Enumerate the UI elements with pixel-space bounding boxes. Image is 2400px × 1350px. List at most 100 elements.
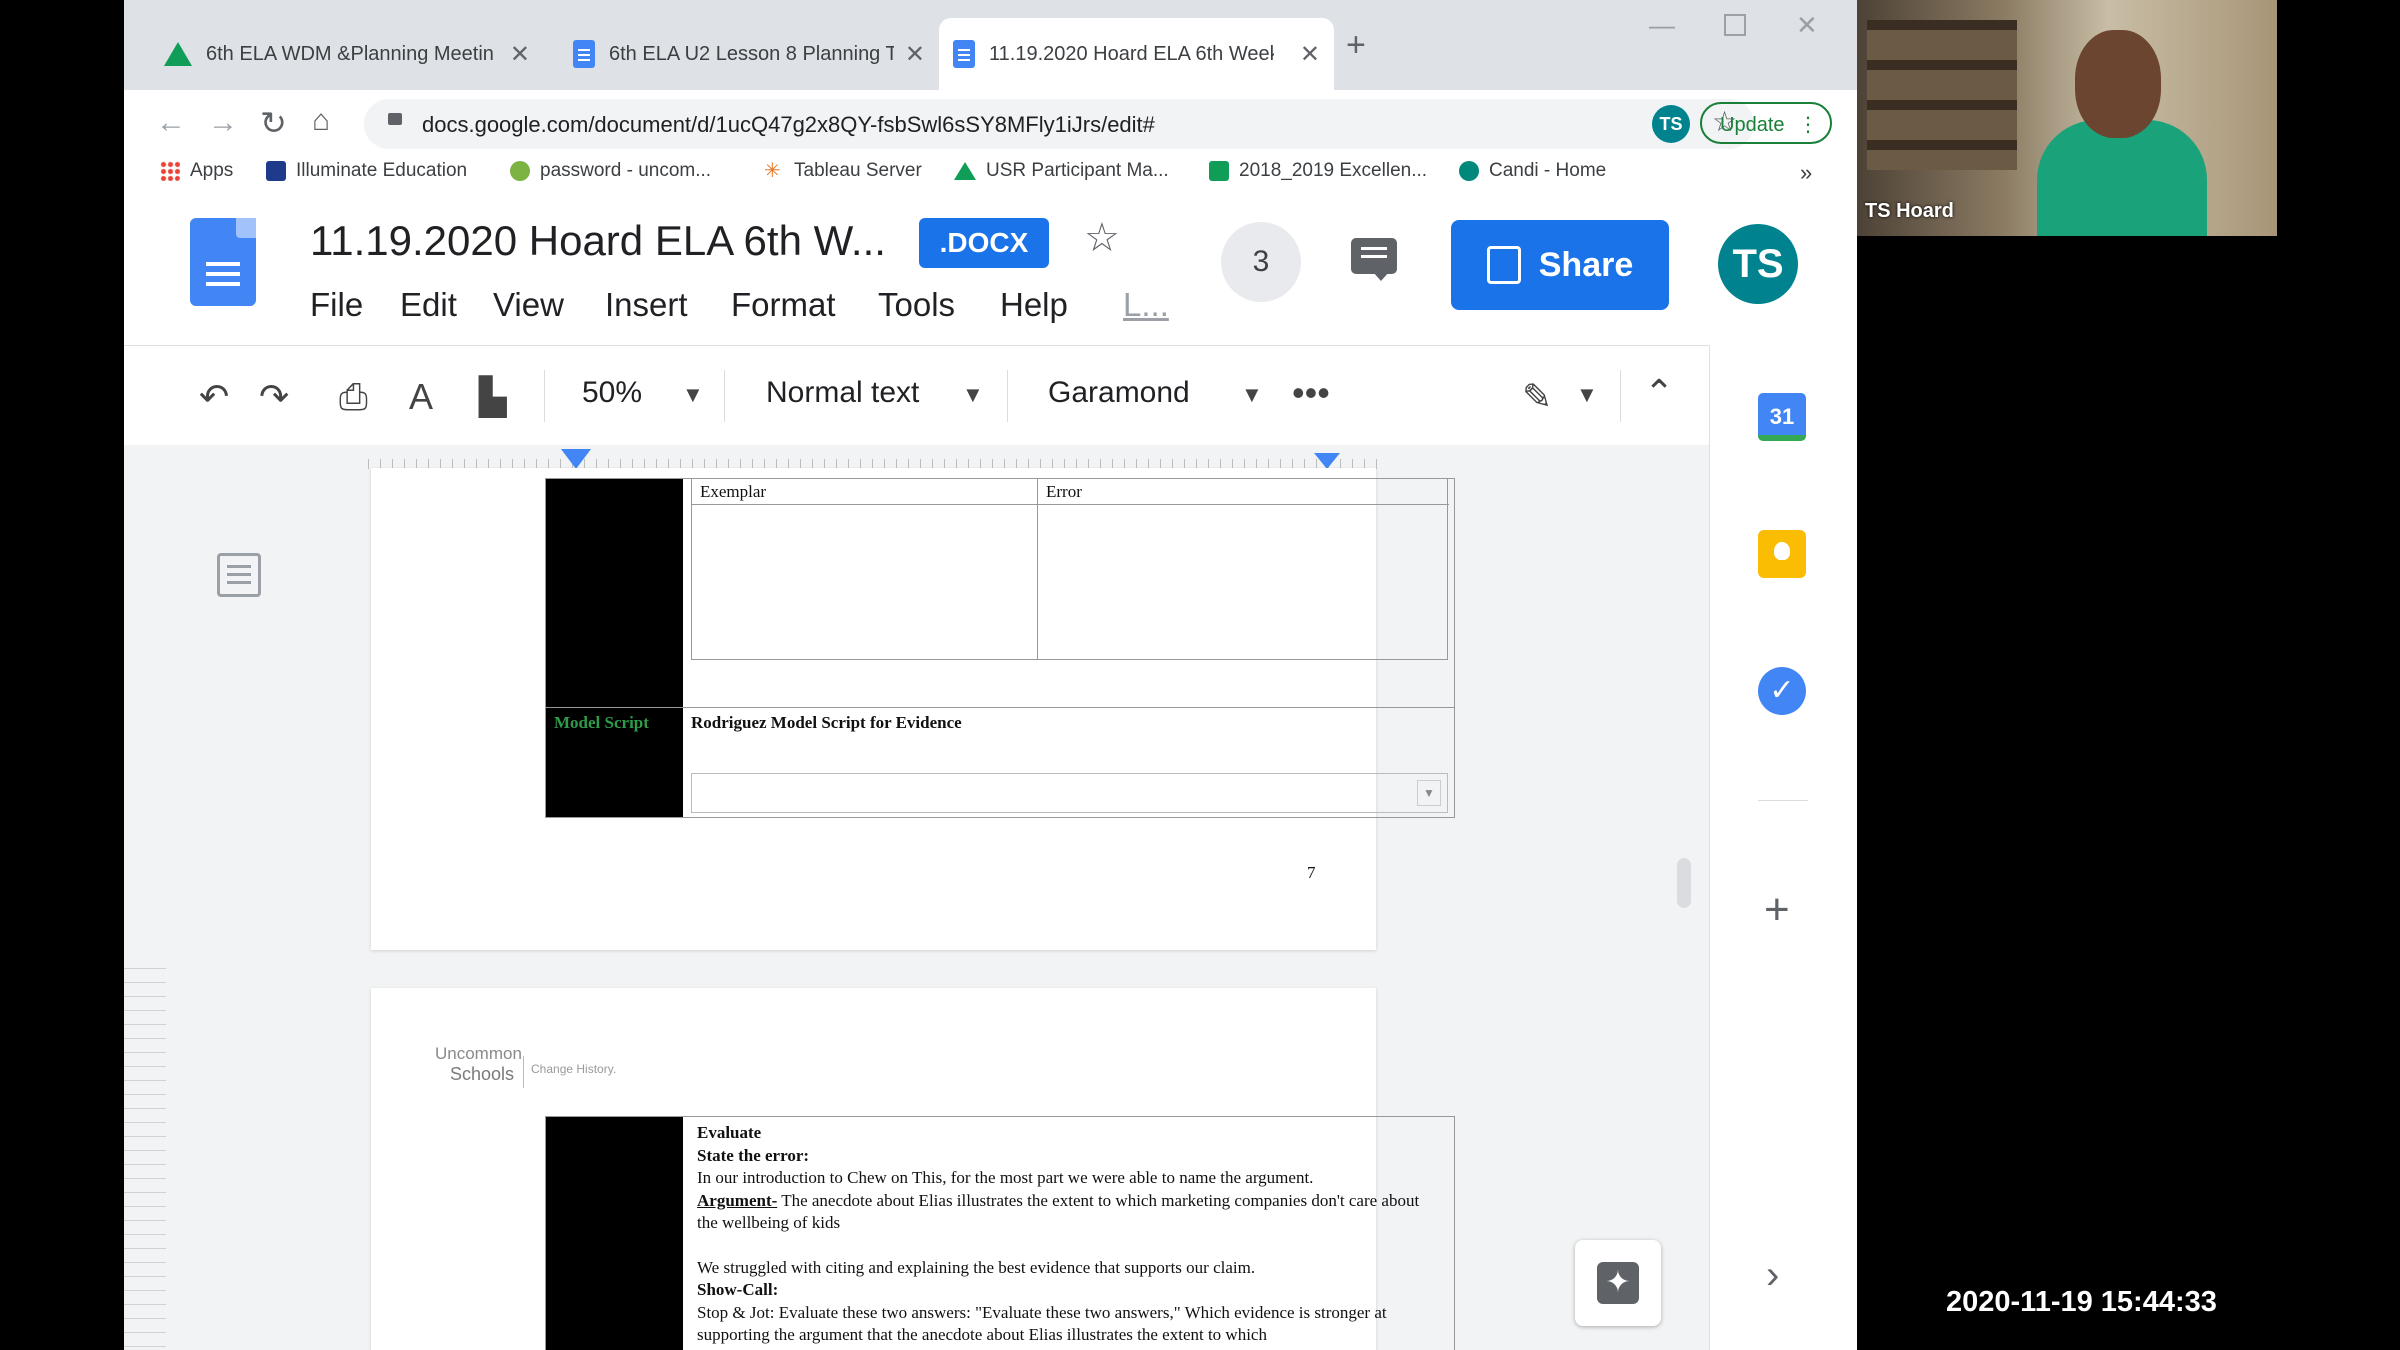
bookmark-apps[interactable]: Apps xyxy=(160,160,233,182)
document-canvas: Exemplar Error Model Script Rodriguez Mo… xyxy=(124,468,1709,1350)
drive-icon xyxy=(954,162,976,180)
model-script-title: Rodriguez Model Script for Evidence xyxy=(691,713,962,732)
menu-format[interactable]: Format xyxy=(731,286,836,324)
star-icon[interactable]: ☆ xyxy=(1084,215,1120,261)
bookmarks-overflow-icon[interactable]: » xyxy=(1800,160,1812,186)
uncommon-schools-logo: Uncommon xyxy=(435,1044,522,1063)
right-indent-marker-icon[interactable] xyxy=(1314,453,1340,469)
exemplar-header: Exemplar xyxy=(700,482,767,501)
bookmark-candi[interactable]: Candi - Home xyxy=(1459,160,1606,182)
tab-hoard-ela-active[interactable]: 11.19.2020 Hoard ELA 6th Weekl ✕ xyxy=(939,18,1334,90)
bookmark-excellence[interactable]: 2018_2019 Excellen... xyxy=(1209,160,1427,182)
menu-view[interactable]: View xyxy=(493,286,564,324)
drive-icon xyxy=(164,42,192,66)
browser-window: 6th ELA WDM &Planning Meetin ✕ 6th ELA U… xyxy=(124,0,1857,1350)
close-tab-icon[interactable]: ✕ xyxy=(510,40,530,69)
participant-video[interactable]: TS Hoard xyxy=(1857,0,2277,236)
chevron-down-icon[interactable]: ▼ xyxy=(1417,780,1441,806)
docs-icon xyxy=(573,40,595,68)
style-select[interactable]: Normal text xyxy=(766,376,919,410)
recording-timestamp: 2020-11-19 15:44:33 xyxy=(1946,1286,2217,1318)
last-edit-link[interactable]: L... xyxy=(1123,286,1169,324)
zoom-select[interactable]: 50% xyxy=(582,376,642,410)
menu-tools[interactable]: Tools xyxy=(878,286,955,324)
document-page-8[interactable]: Uncommon Schools Change History. Evaluat… xyxy=(371,988,1455,1350)
page-number: 7 xyxy=(1307,863,1316,882)
close-window-icon[interactable]: ✕ xyxy=(1796,10,1818,41)
evaluate-section: Evaluate State the error: In our introdu… xyxy=(697,1123,1420,1344)
menu-insert[interactable]: Insert xyxy=(605,286,688,324)
bookmark-usr[interactable]: USR Participant Ma... xyxy=(954,160,1169,182)
left-indent-marker-icon[interactable] xyxy=(561,449,591,469)
active-viewers-count[interactable]: 3 xyxy=(1221,222,1301,302)
spellcheck-icon[interactable]: A xyxy=(409,376,433,418)
tab-wdm-planning[interactable]: 6th ELA WDM &Planning Meetin ✕ xyxy=(164,18,544,90)
document-outline-icon[interactable] xyxy=(217,553,261,597)
document-title[interactable]: 11.19.2020 Hoard ELA 6th W... xyxy=(310,217,886,265)
bookmark-tableau[interactable]: ✳ Tableau Server xyxy=(764,160,922,182)
docs-toolbar: ↶ ↷ ⎙ A ▙ 50% ▼ Normal text ▼ Garamond ▼… xyxy=(124,345,1709,446)
forward-icon[interactable]: → xyxy=(208,106,238,140)
more-vert-icon: ⋮ xyxy=(1798,114,1818,136)
bookmarks-bar: Apps Illuminate Education password - unc… xyxy=(124,160,1857,191)
tab-lesson-planning[interactable]: 6th ELA U2 Lesson 8 Planning Te ✕ xyxy=(559,18,939,90)
explore-icon: ✦ xyxy=(1597,1262,1639,1304)
print-icon[interactable]: ⎙ xyxy=(339,376,368,419)
docx-badge: .DOCX xyxy=(919,218,1049,268)
candi-icon xyxy=(1459,161,1479,181)
chevron-down-icon[interactable]: ▼ xyxy=(682,382,704,408)
tab-strip: 6th ELA WDM &Planning Meetin ✕ 6th ELA U… xyxy=(124,0,1857,90)
address-bar[interactable]: docs.google.com/document/d/1ucQ47g2x8QY-… xyxy=(364,99,1754,149)
menu-file[interactable]: File xyxy=(310,286,363,324)
docs-header: 11.19.2020 Hoard ELA 6th W... .DOCX ☆ Fi… xyxy=(124,190,1857,345)
close-tab-icon[interactable]: ✕ xyxy=(1300,40,1320,69)
reload-icon[interactable]: ↻ xyxy=(260,104,287,142)
add-addon-icon[interactable]: + xyxy=(1764,885,1790,935)
chevron-down-icon[interactable]: ▼ xyxy=(1241,382,1263,408)
password-icon xyxy=(510,161,530,181)
update-button[interactable]: Update ⋮ xyxy=(1700,102,1832,144)
bookmark-password[interactable]: password - uncom... xyxy=(510,160,711,182)
minimize-icon[interactable]: — xyxy=(1649,10,1675,41)
model-script-label: Model Script xyxy=(554,713,649,732)
expand-panel-chevron-icon[interactable]: › xyxy=(1766,1253,1779,1298)
participant-name: TS Hoard xyxy=(1865,200,1954,222)
more-horiz-icon[interactable]: ••• xyxy=(1292,372,1330,414)
back-icon[interactable]: ← xyxy=(156,106,186,140)
explore-button[interactable]: ✦ xyxy=(1575,1240,1661,1326)
embedded-dropdown-field[interactable]: ▼ xyxy=(691,773,1448,813)
omnibar-row: ← → ↻ ⌂ docs.google.com/document/d/1ucQ4… xyxy=(124,90,1857,160)
paint-format-icon[interactable]: ▙ xyxy=(479,376,507,418)
tableau-icon: ✳ xyxy=(764,160,781,182)
vertical-scrollbar[interactable] xyxy=(1677,858,1691,908)
participant-head xyxy=(2075,30,2161,138)
calendar-icon[interactable]: 31 xyxy=(1758,393,1806,441)
chevron-down-icon[interactable]: ▼ xyxy=(962,382,984,408)
home-icon[interactable]: ⌂ xyxy=(312,104,330,138)
close-tab-icon[interactable]: ✕ xyxy=(905,40,925,69)
bookmark-illuminate[interactable]: Illuminate Education xyxy=(266,160,467,182)
menu-edit[interactable]: Edit xyxy=(400,286,457,324)
chevron-down-icon[interactable]: ▼ xyxy=(1576,382,1598,408)
collapse-toolbar-icon[interactable]: ⌃ xyxy=(1644,372,1674,414)
maximize-icon[interactable] xyxy=(1724,14,1746,36)
menu-help[interactable]: Help xyxy=(1000,286,1068,324)
document-page-7[interactable]: Exemplar Error Model Script Rodriguez Mo… xyxy=(371,468,1455,950)
docs-logo-icon[interactable] xyxy=(190,218,256,306)
tasks-icon[interactable]: ✓ xyxy=(1758,667,1806,715)
account-avatar[interactable]: TS xyxy=(1718,224,1798,304)
docs-icon xyxy=(953,40,975,68)
redo-icon[interactable]: ↷ xyxy=(259,376,289,418)
comment-icon[interactable] xyxy=(1351,238,1397,281)
undo-icon[interactable]: ↶ xyxy=(199,376,229,418)
font-select[interactable]: Garamond xyxy=(1048,376,1190,410)
side-panel: 31 ✓ + › xyxy=(1709,345,1857,1350)
keep-icon[interactable] xyxy=(1758,530,1806,578)
new-tab-icon[interactable]: + xyxy=(1346,26,1366,65)
error-header: Error xyxy=(1046,482,1082,501)
edit-mode-pencil-icon[interactable]: ✎ xyxy=(1522,376,1552,418)
illuminate-icon xyxy=(266,161,286,181)
share-button[interactable]: Share xyxy=(1451,220,1669,310)
profile-avatar[interactable]: TS xyxy=(1652,105,1690,143)
share-people-icon xyxy=(1486,246,1521,284)
